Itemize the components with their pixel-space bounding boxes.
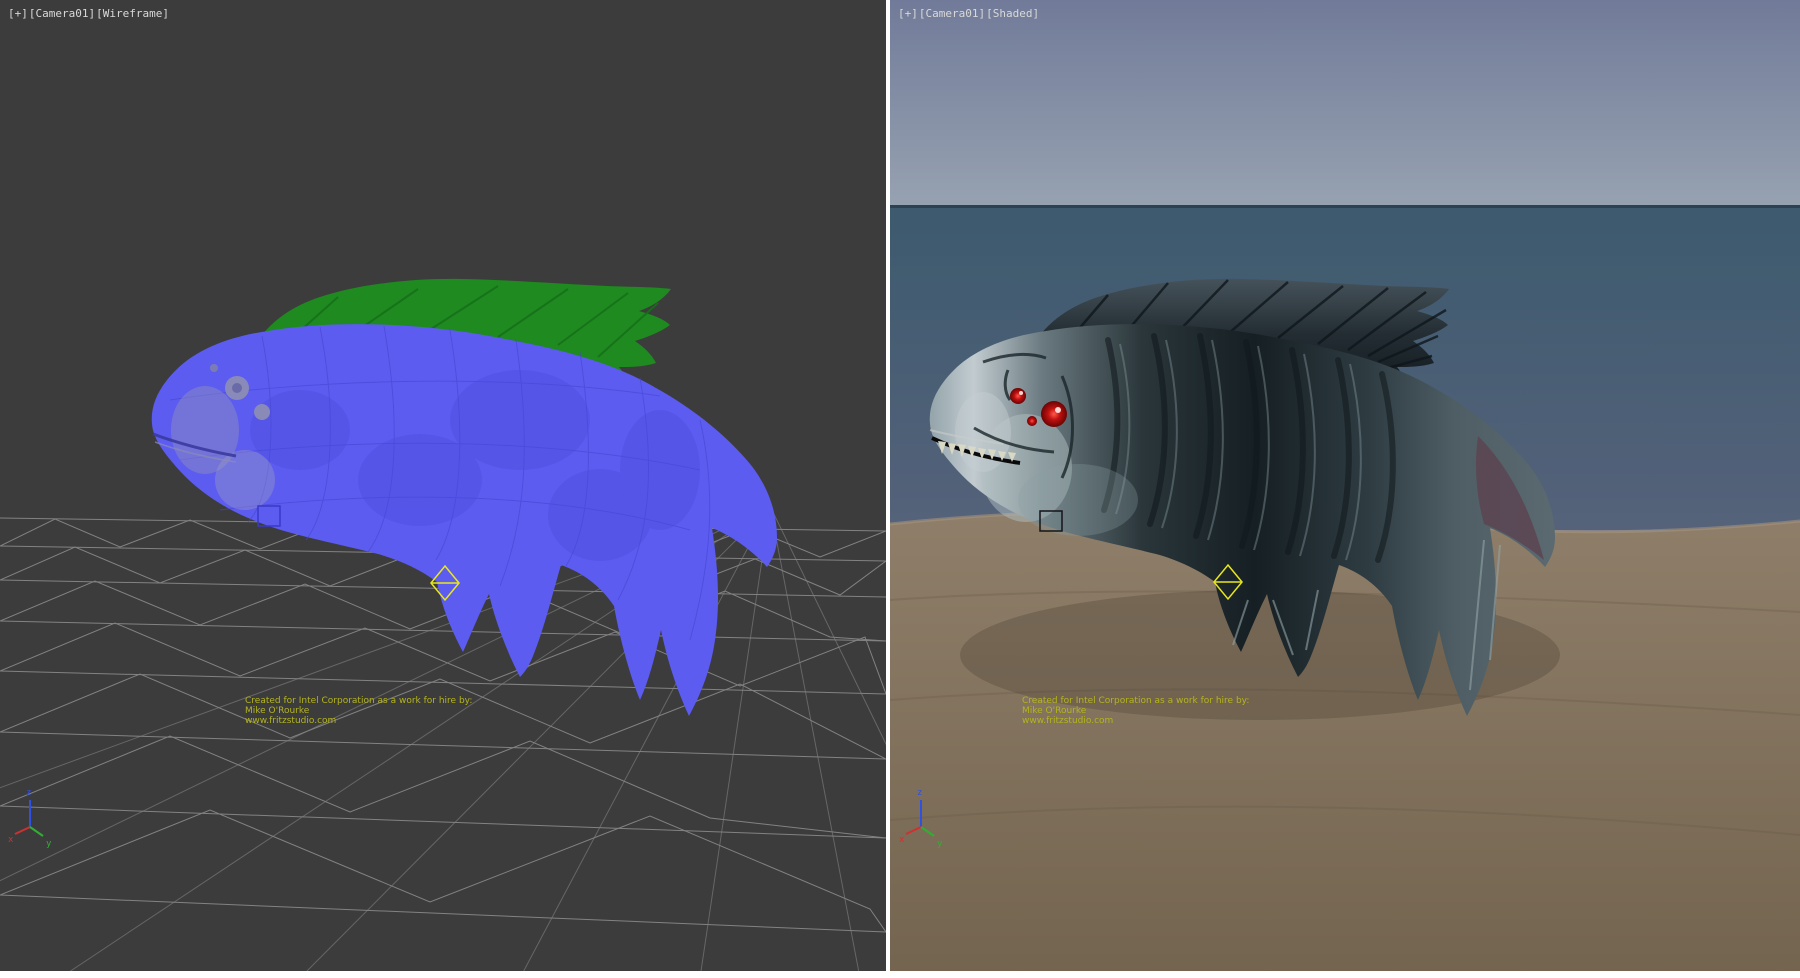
viewport-menu-shading[interactable]: [Shaded] — [986, 7, 1039, 20]
viewport-menu-shading[interactable]: [Wireframe] — [96, 7, 169, 20]
credit-line-1: Created for Intel Corporation as a work … — [1022, 696, 1249, 706]
axis-y-label: y — [937, 839, 943, 849]
viewport-label-shaded: [+][Camera01][Shaded] — [898, 7, 1040, 20]
viewport-splitter[interactable] — [886, 0, 890, 978]
shaded-scene-canvas[interactable]: Created for Intel Corporation as a work … — [890, 0, 1800, 978]
axis-x-label: x — [899, 835, 905, 845]
axis-y-label: y — [46, 839, 52, 849]
credit-line-3: www.fritzstudio.com — [1022, 716, 1113, 726]
axis-x-label: x — [8, 835, 14, 845]
viewport-menu-general[interactable]: [+] — [8, 7, 28, 20]
ground-plane[interactable] — [890, 510, 1800, 978]
wireframe-scene-canvas[interactable]: Created for Intel Corporation as a work … — [0, 0, 886, 978]
viewport-label-wireframe: [+][Camera01][Wireframe] — [8, 7, 170, 20]
viewport-menu-pov[interactable]: [Camera01] — [29, 7, 95, 20]
viewport-wireframe[interactable]: Created for Intel Corporation as a work … — [0, 0, 886, 978]
sky-background — [890, 0, 1800, 208]
viewport-menu-pov[interactable]: [Camera01] — [919, 7, 985, 20]
credit-line-2: Mike O'Rourke — [245, 706, 310, 716]
credit-line-1: Created for Intel Corporation as a work … — [245, 696, 472, 706]
axis-z-label: z — [917, 788, 922, 798]
viewport-menu-general[interactable]: [+] — [898, 7, 918, 20]
axis-z-label: z — [26, 788, 31, 798]
viewport-shaded[interactable]: Created for Intel Corporation as a work … — [890, 0, 1800, 978]
credit-line-2: Mike O'Rourke — [1022, 706, 1087, 716]
window-bottom-edge — [0, 971, 1800, 978]
app-window: Created for Intel Corporation as a work … — [0, 0, 1800, 978]
credit-line-3: www.fritzstudio.com — [245, 716, 336, 726]
